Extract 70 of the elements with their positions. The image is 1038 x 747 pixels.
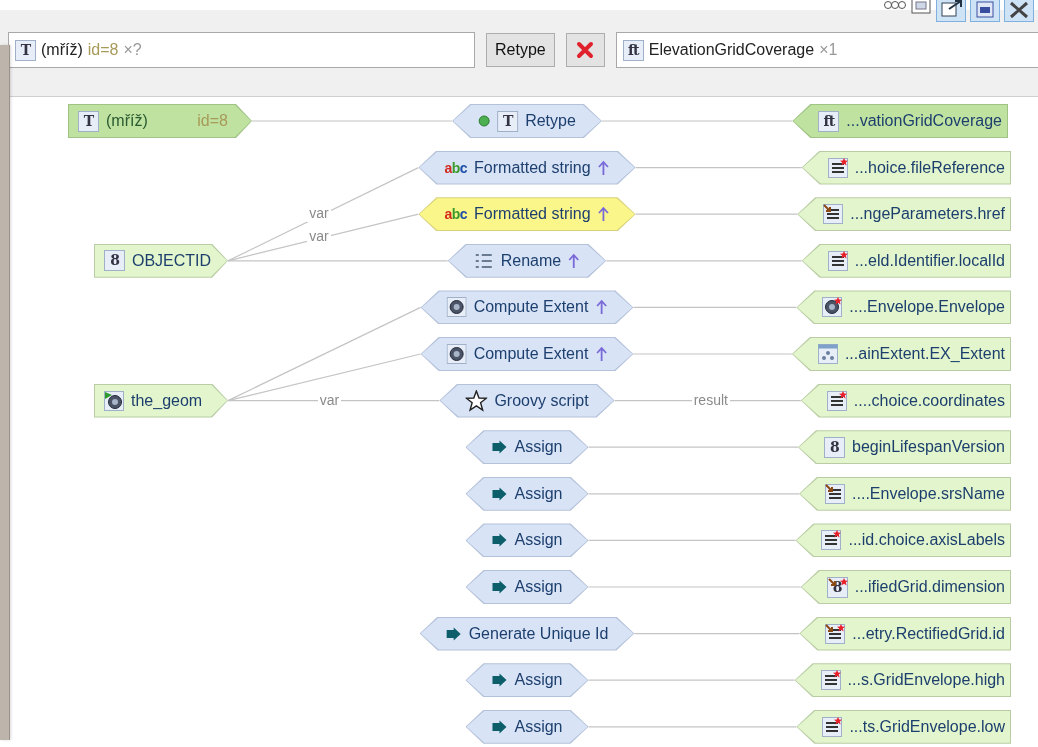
layout-icon (973, 0, 997, 19)
arrow-icon (491, 486, 508, 501)
arrow-icon (491, 580, 508, 594)
letter-icon: T (78, 110, 99, 132)
target-node[interactable]: ...hoice.fileReference (801, 150, 1011, 185)
arrow-icon (445, 626, 462, 641)
function-node[interactable]: Assign (465, 663, 589, 698)
target-node[interactable]: ...id.choice.axisLabels (795, 523, 1011, 558)
function-node[interactable]: Rename (447, 243, 607, 278)
source-node[interactable]: 8 OBJECTID (94, 243, 228, 278)
function-node[interactable]: Assign (465, 430, 589, 465)
target-node[interactable]: ...s.GridEnvelope.high (794, 663, 1011, 698)
frame-icon (910, 0, 932, 14)
function-node[interactable]: Groovy script (439, 383, 615, 418)
target-node[interactable]: ...etry.RectifiedGrid.id (799, 616, 1011, 651)
target-node[interactable]: ...eld.Identifier.localId (801, 243, 1011, 278)
source-node[interactable]: the_geom (94, 383, 228, 418)
layout-button[interactable] (970, 0, 1000, 22)
target-node[interactable]: ft ...vationGridCoverage (792, 104, 1008, 138)
letter-icon: ft (818, 110, 840, 132)
source-type-node[interactable]: T (mříž) id=8 (68, 104, 252, 138)
type-id: id=8 (197, 112, 229, 130)
arrow-icon (491, 719, 508, 734)
letter-icon: T (497, 110, 519, 132)
star-icon (465, 389, 488, 412)
type-id: id=8 (87, 41, 119, 59)
retype-button[interactable]: Retype (486, 33, 555, 67)
abc-icon: abc (444, 206, 468, 223)
abc-icon: abc (444, 159, 468, 176)
type-count: ×1 (819, 41, 838, 59)
export-button[interactable] (936, 0, 966, 22)
function-node[interactable]: Generate Unique Id (419, 616, 635, 651)
target-node[interactable]: ....Envelope.Envelope (796, 290, 1011, 325)
arrow-icon (491, 440, 508, 455)
function-node[interactable]: Compute Extent (420, 337, 634, 371)
sphere-icon (446, 297, 467, 318)
type-count: ×? (123, 41, 142, 59)
target-node[interactable]: ....choice.coordinates (800, 383, 1011, 418)
function-node[interactable]: T Retype (452, 104, 602, 138)
chain-icon (884, 0, 906, 10)
tools-button[interactable] (1004, 0, 1034, 22)
function-node[interactable]: abc Formatted string (418, 197, 636, 232)
sphere-icon (446, 344, 467, 364)
type-name: (mříž) (106, 112, 149, 130)
export-icon (939, 0, 963, 19)
letter-icon: ft (622, 39, 644, 61)
target-type-field[interactable]: ft ElevationGridCoverage ×1 (615, 32, 1038, 68)
type-name: (mříž) (41, 41, 83, 59)
function-node[interactable]: Assign (465, 709, 589, 744)
geometry-icon (104, 390, 124, 411)
target-node[interactable]: 8 beginLifespanVersion (798, 430, 1011, 465)
target-node[interactable]: ....Envelope.srsName (799, 476, 1011, 511)
arrow-icon (491, 533, 508, 548)
delete-button[interactable] (565, 33, 605, 67)
type-name: ElevationGridCoverage (648, 41, 815, 59)
tools-icon (1007, 0, 1031, 19)
function-node[interactable]: Assign (465, 570, 589, 604)
target-node[interactable]: ...ainExtent.EX_Extent (791, 337, 1011, 371)
close-icon (576, 41, 595, 59)
function-node[interactable]: abc Formatted string (418, 150, 636, 185)
function-node[interactable]: Assign (465, 523, 589, 558)
function-node[interactable]: Compute Extent (420, 290, 634, 325)
target-node[interactable]: ...ts.GridEnvelope.low (796, 709, 1011, 744)
letter-icon: 8 (824, 436, 845, 458)
letter-icon: T (15, 39, 36, 61)
letter-icon: 8 (104, 250, 125, 272)
source-type-field[interactable]: T (mříž) id=8 ×? (8, 32, 475, 68)
arrow-icon (491, 673, 508, 688)
function-node[interactable]: Assign (465, 476, 589, 511)
target-node[interactable]: ...ngeParameters.href (797, 197, 1011, 232)
